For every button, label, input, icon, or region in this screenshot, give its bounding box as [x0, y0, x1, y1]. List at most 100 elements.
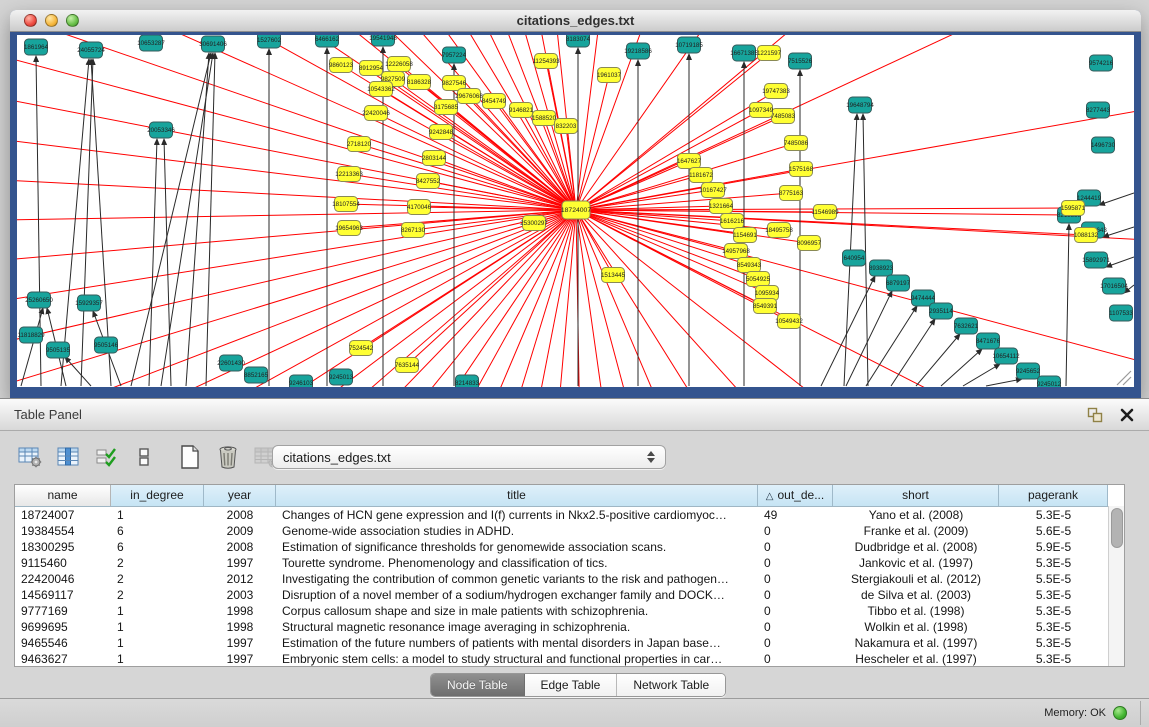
graph-node[interactable]: 10543362 — [367, 82, 395, 97]
graph-node[interactable]: 12226058 — [385, 57, 413, 72]
graph-node[interactable]: 24055724 — [77, 42, 105, 58]
table-row[interactable]: 969969511998Structural magnetic resonanc… — [15, 619, 1124, 635]
row-height-button[interactable] — [128, 441, 160, 473]
graph-node[interactable]: 2803144 — [422, 151, 447, 166]
graph-node[interactable]: 18724007 — [561, 201, 591, 219]
graph-node[interactable]: 832203 — [555, 119, 578, 134]
network-canvas[interactable]: 1861964240557241065328730691406152760264… — [17, 35, 1134, 387]
graph-node[interactable]: 9146821 — [509, 103, 534, 118]
column-header-year[interactable]: year — [204, 485, 276, 506]
graph-node[interactable]: 7957224 — [442, 47, 467, 63]
column-header-short[interactable]: short — [833, 485, 999, 506]
graph-node[interactable]: 8938923 — [869, 260, 894, 276]
table-settings-button[interactable] — [14, 441, 46, 473]
graph-node[interactable]: 19541948 — [369, 35, 397, 46]
graph-node[interactable]: 9505135 — [46, 342, 71, 358]
graph-node[interactable]: 1527602 — [257, 35, 282, 48]
graph-node[interactable]: 9505146 — [94, 337, 119, 353]
graph-node[interactable]: 5054925 — [746, 272, 771, 287]
graph-node[interactable]: 11546989 — [811, 205, 839, 220]
graph-node[interactable]: 6879197 — [886, 275, 911, 291]
graph-node[interactable]: 3175685 — [434, 100, 459, 115]
graph-node[interactable]: 2718120 — [347, 137, 372, 152]
graph-node[interactable]: 14957968 — [722, 244, 750, 259]
tab-node-table[interactable]: Node Table — [431, 674, 525, 696]
graph-node[interactable]: 18495758 — [765, 223, 793, 238]
tab-network-table[interactable]: Network Table — [617, 674, 725, 696]
column-header-name[interactable]: name — [15, 485, 111, 506]
select-columns-button[interactable] — [52, 441, 84, 473]
graph-node[interactable]: 7515526 — [788, 53, 813, 69]
graph-node[interactable]: 8471676 — [976, 333, 1001, 349]
table-row[interactable]: 946362711997Embryonic stem cells: a mode… — [15, 651, 1124, 667]
graph-node[interactable]: 22420046 — [362, 106, 390, 121]
graph-node[interactable]: 20053346 — [147, 122, 175, 138]
graph-node[interactable]: 8775163 — [779, 186, 804, 201]
graph-node[interactable]: 10719185 — [675, 37, 703, 53]
column-header-out_degree[interactable]: △out_de... — [758, 485, 833, 506]
window-title-bar[interactable]: citations_edges.txt — [10, 10, 1141, 32]
table-row[interactable]: 911546021997Tourette syndrome. Phenomeno… — [15, 555, 1124, 571]
graph-node[interactable]: 22601430 — [217, 355, 245, 371]
float-panel-icon[interactable] — [1085, 405, 1105, 425]
graph-node[interactable]: 8852165 — [244, 367, 269, 383]
graph-node[interactable]: 7632621 — [954, 318, 979, 334]
table-row[interactable]: 1456911722003Disruption of a novel membe… — [15, 587, 1124, 603]
graph-node[interactable]: 1616216 — [720, 214, 745, 229]
graph-node[interactable]: 18107554 — [332, 197, 360, 212]
graph-node[interactable]: 1588520 — [532, 111, 557, 126]
graph-node[interactable]: 9246103 — [289, 375, 314, 387]
tab-edge-table[interactable]: Edge Table — [525, 674, 618, 696]
graph-node[interactable]: 1595871 — [1061, 201, 1086, 216]
graph-node[interactable]: 10549432 — [775, 314, 803, 329]
graph-node[interactable]: 1575168 — [789, 162, 814, 177]
graph-node[interactable]: 11254393 — [532, 54, 560, 69]
close-panel-icon[interactable] — [1117, 405, 1137, 425]
minimize-window-button[interactable] — [45, 14, 58, 27]
graph-node[interactable]: 9245652 — [1016, 363, 1041, 379]
graph-node[interactable]: 12213363 — [335, 167, 363, 182]
graph-node[interactable]: 6466162 — [315, 35, 340, 47]
graph-node[interactable]: 19218586 — [624, 43, 652, 59]
graph-node[interactable]: 10167427 — [699, 183, 727, 198]
graph-node[interactable]: 10653287 — [137, 35, 165, 51]
graph-node[interactable]: 8183074 — [566, 35, 591, 47]
table-row[interactable]: 2242004622012Investigating the contribut… — [15, 571, 1124, 587]
table-row[interactable]: 977716911998Corpus callosum shape and si… — [15, 603, 1124, 619]
table-selector-dropdown[interactable]: citations_edges.txt — [272, 445, 666, 469]
graph-node[interactable]: 7485086 — [784, 136, 809, 151]
graph-node[interactable]: 10654112 — [992, 348, 1020, 364]
graph-node[interactable]: 1181672 — [689, 168, 713, 183]
graph-node[interactable]: 1647627 — [677, 154, 702, 169]
graph-node[interactable]: 1861964 — [24, 39, 49, 55]
graph-node[interactable]: 8912954 — [359, 61, 384, 76]
graph-node[interactable]: 8454749 — [482, 94, 507, 109]
graph-node[interactable]: 1097349 — [749, 103, 774, 118]
graph-node[interactable]: 1154691 — [733, 228, 757, 243]
close-window-button[interactable] — [24, 14, 37, 27]
table-row[interactable]: 946554611997Estimation of the future num… — [15, 635, 1124, 651]
graph-node[interactable]: 2935114 — [929, 303, 953, 319]
graph-node[interactable]: 25260650 — [25, 292, 53, 308]
graph-node[interactable]: 7485083 — [771, 109, 796, 124]
delete-column-button[interactable] — [212, 441, 244, 473]
graph-node[interactable]: 1088132 — [1074, 228, 1099, 243]
graph-node[interactable]: 8267130 — [401, 223, 426, 238]
table-row[interactable]: 1938455462009Genome-wide association stu… — [15, 523, 1124, 539]
graph-node[interactable]: 9242848 — [429, 125, 454, 140]
table-row[interactable]: 1872400712008Changes of HCN gene express… — [15, 507, 1124, 523]
graph-node[interactable]: 4170046 — [407, 200, 432, 215]
graph-node[interactable]: 7524542 — [349, 341, 374, 356]
graph-node[interactable]: 19747383 — [762, 84, 790, 99]
graph-node[interactable]: 7635144 — [395, 358, 420, 373]
column-header-pagerank[interactable]: pagerank — [999, 485, 1108, 506]
graph-node[interactable]: 1321664 — [709, 199, 734, 214]
graph-node[interactable]: 8549343 — [737, 258, 762, 273]
graph-node[interactable]: 8427552 — [416, 174, 441, 189]
graph-node[interactable]: 8549391 — [753, 299, 778, 314]
graph-node[interactable]: 8186328 — [407, 75, 432, 90]
graph-node[interactable]: 9860123 — [329, 58, 354, 73]
graph-node[interactable]: 8096957 — [797, 236, 822, 251]
vertical-scrollbar[interactable] — [1108, 506, 1124, 666]
column-header-title[interactable]: title — [276, 485, 758, 506]
